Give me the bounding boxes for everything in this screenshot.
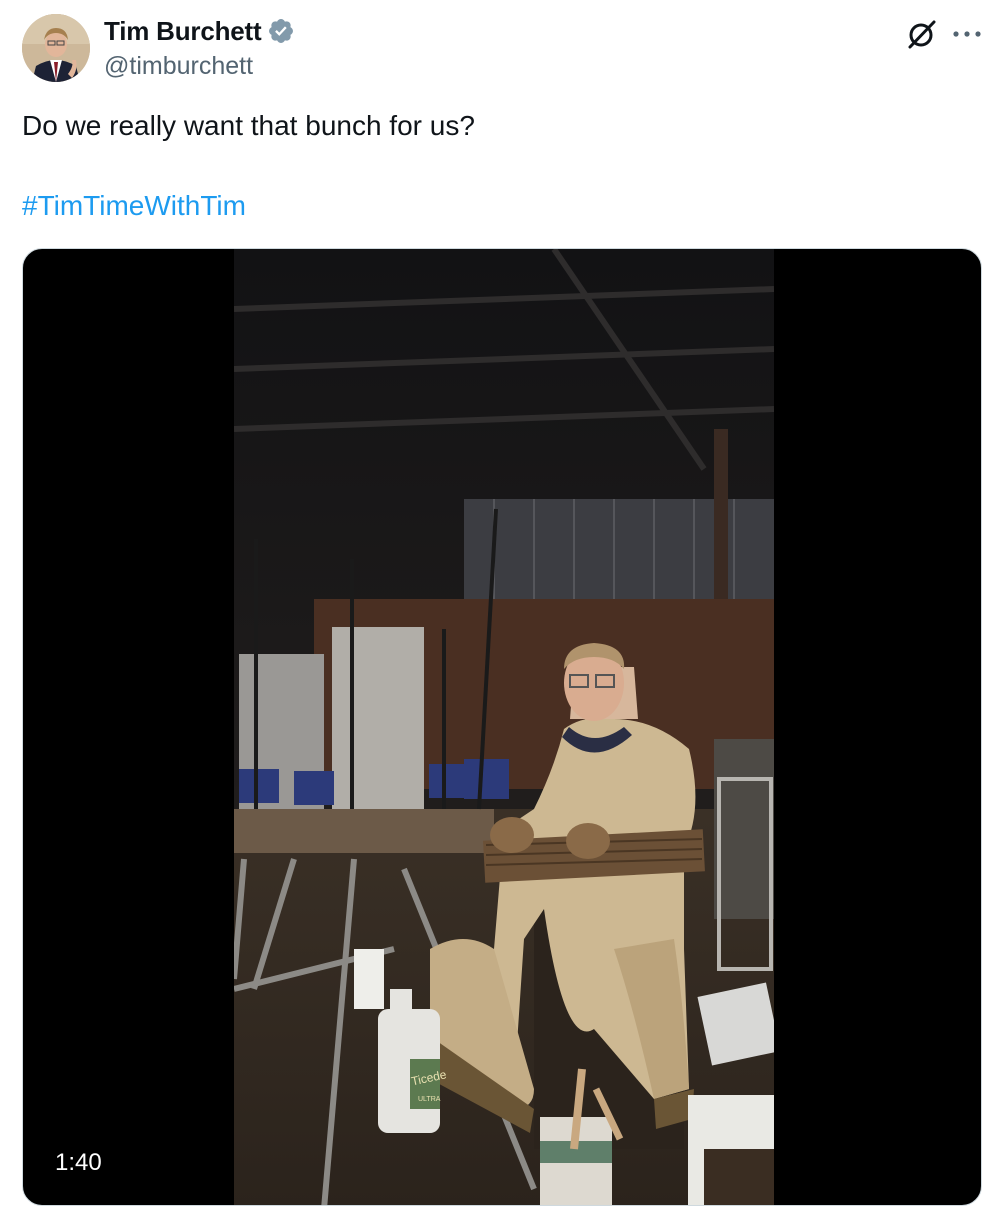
grok-icon	[908, 20, 936, 49]
video-player[interactable]: Ticede ULTRA 1:40	[22, 248, 982, 1206]
author-handle[interactable]: @timburchett	[104, 50, 253, 82]
tweet-text: Do we really want that bunch for us?	[22, 110, 475, 141]
avatar[interactable]	[22, 14, 90, 82]
video-frame: Ticede ULTRA	[234, 249, 774, 1205]
video-duration: 1:40	[49, 1147, 108, 1179]
grok-button[interactable]	[902, 16, 942, 52]
avatar-photo-icon	[22, 14, 90, 82]
hashtag-link[interactable]: #TimTimeWithTim	[22, 188, 246, 224]
author-name[interactable]: Tim Burchett	[104, 14, 262, 48]
bottle-sublabel: ULTRA	[418, 1096, 441, 1103]
verified-badge-icon	[267, 17, 295, 45]
more-options-icon	[953, 31, 981, 37]
more-options-button[interactable]	[946, 16, 988, 52]
author-name-row[interactable]: Tim Burchett	[104, 14, 295, 48]
